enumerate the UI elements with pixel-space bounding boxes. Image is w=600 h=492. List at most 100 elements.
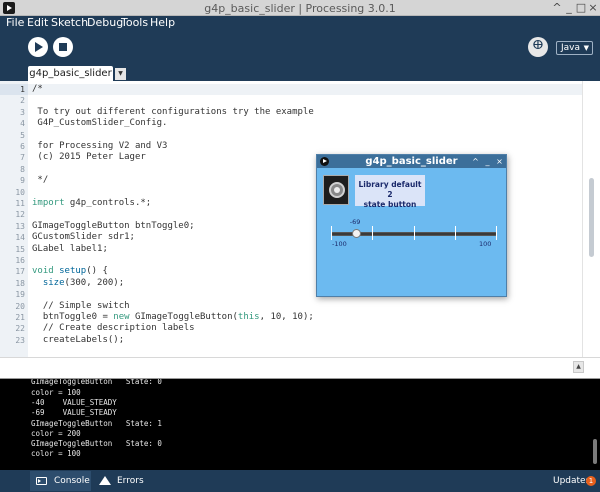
- line-number: 17: [15, 267, 25, 276]
- menu-file[interactable]: File: [6, 16, 24, 30]
- line-number: 5: [20, 131, 25, 140]
- slider-thumb[interactable]: [352, 229, 362, 238]
- code-line: To try out different configurations try …: [32, 107, 314, 117]
- line-number: 13: [15, 222, 25, 231]
- code-line: (c) 2015 Peter Lager: [32, 152, 146, 162]
- window-close-button[interactable]: ×: [586, 0, 600, 16]
- slider-tick: [496, 226, 497, 240]
- errors-tab-label: Errors: [117, 476, 144, 486]
- window-titlebar: g4p_basic_slider | Processing 3.0.1 ^ _ …: [0, 0, 600, 16]
- custom-slider[interactable]: -69 -100 100: [331, 215, 499, 249]
- menu-help[interactable]: Help: [150, 16, 175, 30]
- console-line: -69 VALUE_STEADY: [31, 408, 117, 417]
- editor-scrollbar[interactable]: [582, 81, 600, 357]
- console-line: GImageToggleButton State: 0: [31, 439, 162, 448]
- stop-button[interactable]: [53, 37, 73, 57]
- slider-min-label: -100: [332, 240, 347, 248]
- sketch-window-titlebar: g4p_basic_slider ^ _ ×: [317, 155, 506, 168]
- slider-tick: [331, 226, 332, 240]
- line-number: 7: [20, 153, 25, 162]
- code-line: */: [32, 175, 49, 185]
- line-number: 1: [20, 85, 25, 94]
- sketch-keep-above-button[interactable]: ^: [471, 155, 480, 168]
- sketch-minimize-button[interactable]: _: [483, 155, 492, 168]
- slider-tick: [372, 226, 373, 240]
- line-number: 16: [15, 256, 25, 265]
- line-number: 4: [20, 119, 25, 128]
- code-line: GImageToggleButton btnToggle0;: [32, 221, 195, 231]
- description-label-line-1: Library default 2: [358, 180, 422, 199]
- line-number: 9: [20, 176, 25, 185]
- slider-tick: [455, 226, 456, 240]
- mode-select[interactable]: Java ▼: [556, 41, 593, 55]
- code-line: for Processing V2 and V3: [32, 141, 168, 151]
- code-line: // Simple switch: [32, 301, 130, 311]
- menu-tools[interactable]: Tools: [121, 16, 148, 30]
- line-number: 14: [15, 233, 25, 242]
- errors-tab[interactable]: Errors: [93, 471, 150, 491]
- code-line: /*: [32, 84, 43, 94]
- console-icon: [36, 477, 47, 485]
- console-tab-label: Console: [54, 476, 90, 486]
- line-number: 3: [20, 108, 25, 117]
- code-line: // Create description labels: [32, 323, 195, 333]
- code-line: GCustomSlider sdr1;: [32, 232, 135, 242]
- console-line: GImageToggleButton State: 0: [31, 379, 162, 386]
- code-line: G4P_CustomSlider_Config.: [32, 118, 168, 128]
- tab-bar: g4p_basic_slider ▼: [0, 64, 600, 81]
- image-toggle-button[interactable]: [323, 175, 349, 205]
- console-tab[interactable]: Console: [30, 471, 91, 491]
- chevron-down-icon: ▼: [583, 44, 589, 52]
- menu-debug[interactable]: Debug: [87, 16, 123, 30]
- toggle-knob-icon: [329, 182, 345, 198]
- line-number: 10: [15, 188, 25, 197]
- warning-icon: [99, 476, 111, 485]
- line-number: 2: [20, 96, 25, 105]
- mode-select-value: Java: [561, 43, 581, 53]
- tab-menu-chevron-icon[interactable]: ▼: [115, 68, 126, 80]
- console-scrollbar-thumb[interactable]: [593, 439, 597, 464]
- sketch-window: g4p_basic_slider ^ _ × Library default 2…: [316, 154, 507, 297]
- line-number: 15: [15, 245, 25, 254]
- editor-scrollbar-thumb[interactable]: [589, 178, 594, 257]
- line-number: 22: [15, 324, 25, 333]
- code-line: btnToggle0 = new GImageToggleButton(this…: [32, 312, 314, 322]
- line-number: 21: [15, 313, 25, 322]
- line-number: 20: [15, 302, 25, 311]
- code-line: createLabels();: [32, 335, 125, 345]
- updates-count-badge[interactable]: 1: [586, 476, 596, 486]
- line-number: 11: [15, 199, 25, 208]
- console-line: -40 VALUE_STEADY: [31, 398, 117, 407]
- console-line: color = 200: [31, 429, 81, 438]
- console-line: color = 100: [31, 449, 81, 458]
- console-scrollbar[interactable]: [590, 379, 600, 470]
- menu-edit[interactable]: Edit: [27, 16, 48, 30]
- run-button[interactable]: [28, 37, 48, 57]
- editor-console-splitter[interactable]: ▲: [0, 357, 600, 380]
- collapse-console-chevron-icon[interactable]: ▲: [573, 361, 584, 373]
- slider-value-label: -69: [349, 218, 361, 226]
- updates-link[interactable]: Updates: [553, 476, 590, 486]
- slider-max-label: 100: [479, 240, 492, 248]
- slider-tick: [414, 226, 415, 240]
- description-label: Library default 2 state button: [355, 175, 425, 209]
- menu-sketch[interactable]: Sketch: [51, 16, 88, 30]
- line-number: 23: [15, 336, 25, 345]
- line-number: 6: [20, 142, 25, 151]
- line-number-gutter: 1 2 3 4 5 6 7 8 9 10 11 12 13 14 15 16 1…: [0, 81, 28, 357]
- sketch-close-button[interactable]: ×: [495, 155, 504, 168]
- toolbar: Java ▼: [0, 30, 600, 64]
- console-line: color = 100: [31, 388, 81, 397]
- debugger-toggle-icon[interactable]: [528, 37, 548, 57]
- line-number: 12: [15, 210, 25, 219]
- code-line: size(300, 200);: [42, 278, 125, 288]
- console-line: GImageToggleButton State: 1: [31, 419, 162, 428]
- code-line: void setup() {: [32, 266, 108, 276]
- window-title: g4p_basic_slider | Processing 3.0.1: [204, 2, 396, 15]
- code-line: import g4p_controls.*;: [32, 198, 152, 208]
- footer-bar: Console Errors Updates 1: [0, 470, 600, 492]
- code-line: GLabel label1;: [32, 244, 108, 254]
- console-output[interactable]: GImageToggleButton State: 0 color = 100 …: [0, 379, 590, 470]
- tab-g4p-basic-slider[interactable]: g4p_basic_slider: [28, 66, 113, 81]
- menu-bar: File Edit Sketch Debug Tools Help: [0, 16, 600, 30]
